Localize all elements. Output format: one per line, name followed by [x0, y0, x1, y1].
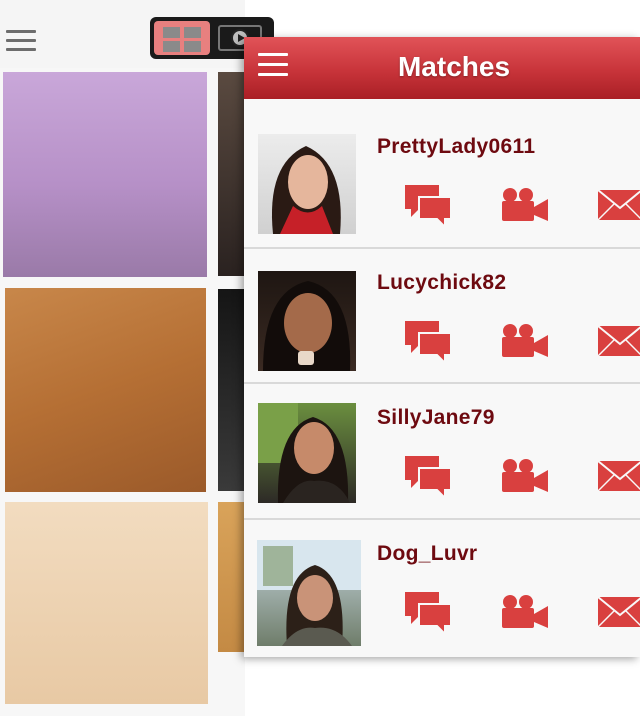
match-list-item[interactable]: PrettyLady0611	[244, 113, 640, 249]
profile-photo-tile[interactable]	[5, 502, 208, 704]
video-camera-icon	[502, 459, 548, 492]
envelope-icon	[598, 460, 640, 492]
chat-bubbles-icon	[405, 321, 451, 363]
message-button[interactable]	[598, 595, 640, 629]
match-username[interactable]: Lucychick82	[377, 271, 506, 295]
video-call-button[interactable]	[500, 187, 548, 223]
envelope-icon	[598, 325, 640, 357]
grid-view-icon	[163, 27, 180, 38]
avatar[interactable]	[257, 540, 361, 646]
message-button[interactable]	[598, 324, 640, 358]
page-title: Matches	[397, 51, 511, 82]
video-camera-icon	[502, 188, 548, 221]
envelope-icon	[598, 596, 640, 628]
match-list-item[interactable]: Lucychick82	[244, 249, 640, 384]
match-list-item[interactable]: Dog_Luvr	[244, 520, 640, 657]
video-call-button[interactable]	[500, 323, 548, 359]
matches-screen: Matches PrettyLady0611 Lucychick82 Silly…	[244, 37, 640, 657]
chat-button[interactable]	[405, 454, 451, 498]
chat-button[interactable]	[405, 590, 451, 634]
chat-button[interactable]	[405, 183, 451, 227]
grid-top-bar	[0, 0, 274, 68]
match-list-item[interactable]: SillyJane79	[244, 384, 640, 520]
avatar[interactable]	[258, 271, 356, 371]
match-username[interactable]: SillyJane79	[377, 406, 495, 430]
envelope-icon	[598, 189, 640, 221]
match-username[interactable]: Dog_Luvr	[377, 542, 477, 566]
avatar[interactable]	[258, 134, 356, 234]
profile-photo-tile-partial[interactable]	[218, 502, 246, 652]
match-username[interactable]: PrettyLady0611	[377, 135, 535, 159]
chat-bubbles-icon	[405, 456, 451, 498]
profile-photo-tile[interactable]	[5, 288, 206, 492]
profile-photo-tile-partial[interactable]	[218, 289, 246, 491]
video-camera-icon	[502, 595, 548, 628]
chat-bubbles-icon	[405, 592, 451, 634]
hamburger-menu-icon[interactable]	[6, 30, 36, 54]
message-button[interactable]	[598, 188, 640, 222]
photo-grid-screen	[0, 0, 274, 716]
video-call-button[interactable]	[500, 594, 548, 630]
chat-button[interactable]	[405, 319, 451, 363]
video-camera-icon	[502, 324, 548, 357]
grid-view-button[interactable]	[154, 21, 210, 55]
matches-header: Matches	[244, 37, 640, 99]
video-call-button[interactable]	[500, 458, 548, 494]
chat-bubbles-icon	[405, 185, 451, 227]
message-button[interactable]	[598, 459, 640, 493]
avatar[interactable]	[258, 403, 356, 503]
profile-photo-tile-partial[interactable]	[218, 72, 246, 276]
profile-photo-tile[interactable]	[3, 72, 207, 277]
